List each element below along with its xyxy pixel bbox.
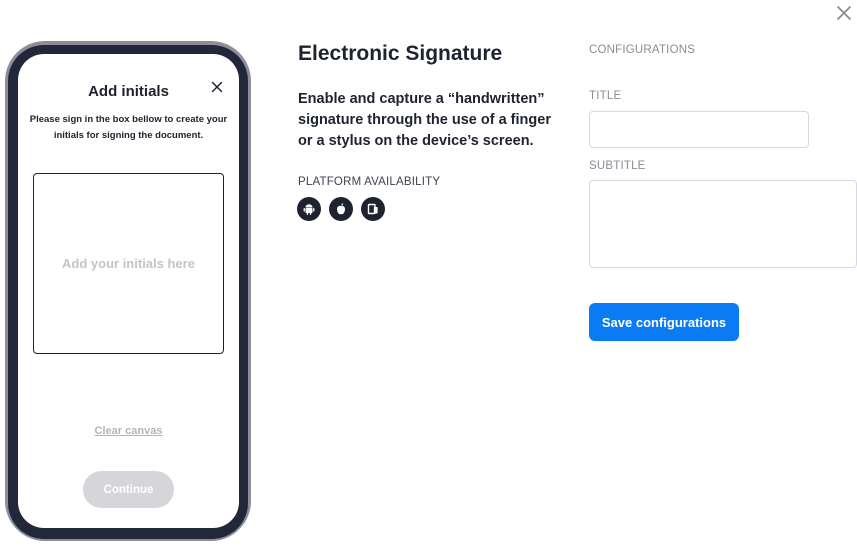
phone-close-icon[interactable] [210, 80, 224, 94]
phone-title: Add initials [88, 83, 169, 100]
description-line: signature through the use of a finger [298, 112, 551, 128]
title-field[interactable] [589, 111, 809, 148]
clear-canvas-link[interactable]: Clear canvas [18, 425, 239, 437]
save-configurations-button[interactable]: Save configurations [589, 303, 739, 341]
web-icon [361, 197, 385, 221]
description-line: Enable and capture a “handwritten” [298, 91, 545, 107]
instructions-line: Please sign in the box bellow to create … [29, 114, 228, 125]
configurations-heading: CONFIGURATIONS [589, 44, 696, 56]
description-line: or a stylus on the device’s screen. [298, 133, 534, 149]
signature-canvas[interactable]: Add your initials here [33, 173, 224, 354]
electronic-signature-modal: Add initials Please sign in the box bell… [0, 0, 857, 548]
android-icon [297, 197, 321, 221]
phone-instructions: Please sign in the box bellow to create … [26, 112, 231, 144]
feature-title: Electronic Signature [298, 42, 503, 65]
platform-availability-label: PLATFORM AVAILABILITY [298, 176, 441, 188]
phone-preview-screen: Add initials Please sign in the box bell… [18, 54, 239, 528]
subtitle-field-label: SUBTITLE [589, 160, 646, 172]
platform-icons [297, 197, 385, 221]
modal-close-icon[interactable] [834, 3, 854, 23]
canvas-placeholder: Add your initials here [62, 256, 195, 271]
apple-icon [329, 197, 353, 221]
continue-button[interactable]: Continue [83, 471, 174, 508]
title-field-label: TITLE [589, 90, 622, 102]
instructions-line: initials for signing the document. [53, 130, 204, 141]
feature-description: Enable and capture a “handwritten” signa… [298, 89, 566, 152]
subtitle-field[interactable] [589, 180, 857, 268]
